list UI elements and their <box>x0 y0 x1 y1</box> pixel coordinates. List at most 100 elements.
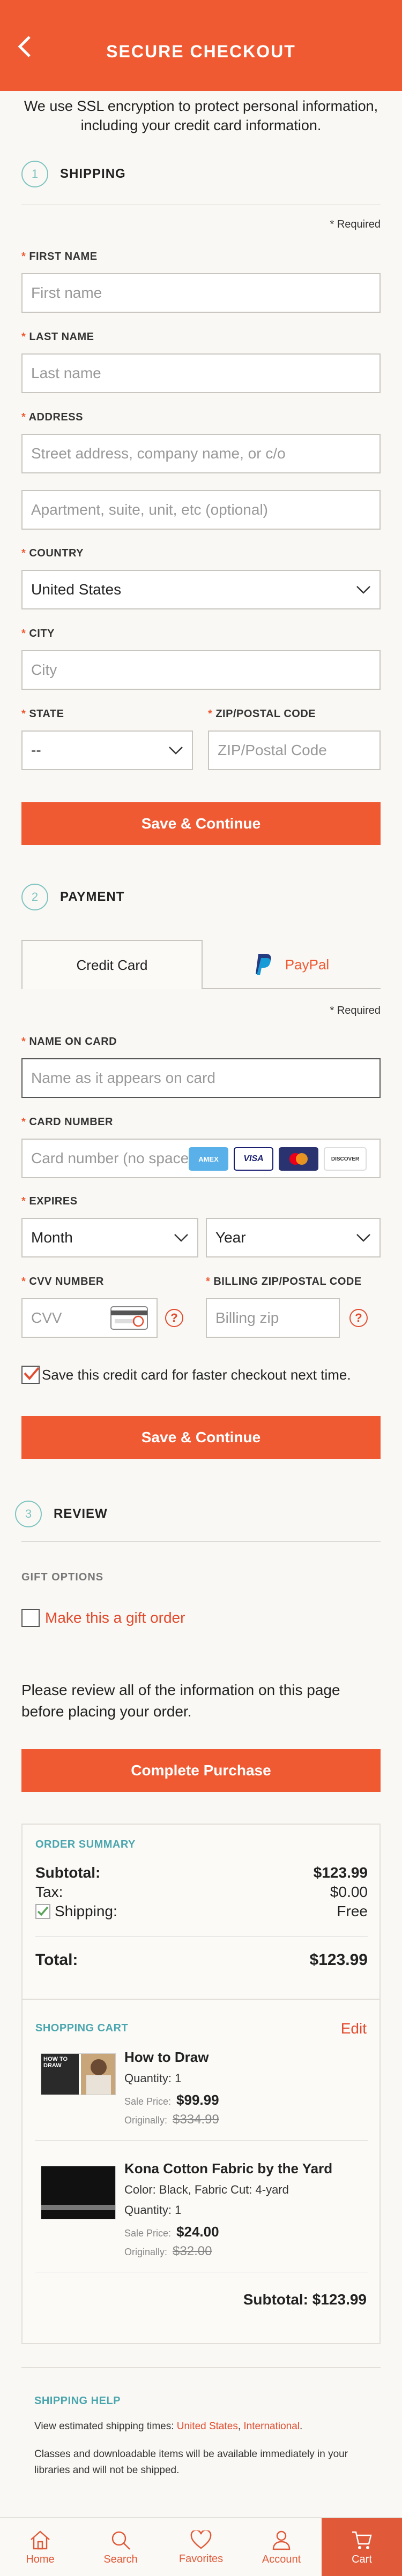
required-note: * Required <box>330 219 381 230</box>
shipping-help-section: SHIPPING HELP View estimated shipping ti… <box>21 2367 381 2506</box>
nav-favorites[interactable]: Favorites <box>161 2518 241 2576</box>
save-card-checkbox[interactable] <box>21 1366 40 1384</box>
nav-account[interactable]: Account <box>241 2518 322 2576</box>
checkbox-checked-icon <box>35 1904 50 1919</box>
city-field[interactable]: City <box>21 650 381 690</box>
address2-field[interactable]: Apartment, suite, unit, etc (optional) <box>21 490 381 530</box>
chevron-down-icon <box>356 586 370 594</box>
nav-label: Search <box>103 2553 138 2565</box>
state-label: * STATE <box>21 708 64 720</box>
shipping-times-line: View estimated shipping times: United St… <box>34 2421 303 2432</box>
placeholder: ZIP/Postal Code <box>218 742 327 758</box>
nav-label: Account <box>262 2553 301 2565</box>
zip-field[interactable]: ZIP/Postal Code <box>208 730 381 770</box>
cart-item-quantity: Quantity: 1 <box>124 2203 182 2217</box>
nav-search[interactable]: Search <box>80 2518 161 2576</box>
expiry-year-select[interactable]: Year <box>206 1218 381 1257</box>
home-icon <box>31 2530 50 2549</box>
save-card-checkbox-row[interactable]: Save this credit card for faster checkou… <box>21 1366 351 1384</box>
cvv-field[interactable]: CVV <box>21 1298 158 1338</box>
cart-item-name[interactable]: Kona Cotton Fabric by the Yard <box>124 2160 332 2177</box>
name-on-card-field[interactable]: Name as it appears on card <box>21 1058 381 1098</box>
placeholder: Apartment, suite, unit, etc (optional) <box>31 501 268 518</box>
order-summary-card: ORDER SUMMARY Subtotal: $123.99 Tax: $0.00… <box>21 1824 381 2000</box>
international-link[interactable]: International <box>243 2421 300 2432</box>
step-number: 2 <box>21 884 48 910</box>
thumbnail-title: HOW TO DRAW <box>43 2056 68 2069</box>
product-thumbnail[interactable] <box>41 2166 116 2219</box>
step-shipping-header: 1 SHIPPING <box>21 161 126 187</box>
ssl-note: We use SSL encryption to protect persona… <box>24 98 378 133</box>
tab-label: PayPal <box>285 956 330 973</box>
product-thumbnail[interactable]: HOW TO DRAW <box>41 2053 116 2095</box>
placeholder: Name as it appears on card <box>31 1069 215 1086</box>
cart-item-original-price: Originally: $334.99 <box>124 2112 219 2127</box>
step-number: 1 <box>21 161 48 187</box>
country-select[interactable]: United States <box>21 570 381 609</box>
tab-label: Credit Card <box>76 956 148 973</box>
gift-checkbox-row[interactable]: Make this a gift order <box>21 1609 185 1627</box>
first-name-field[interactable]: First name <box>21 273 381 313</box>
page-title: SECURE CHECKOUT <box>106 42 296 61</box>
shipping-save-button[interactable]: Save & Continue <box>21 802 381 845</box>
divider <box>35 2140 368 2141</box>
payment-save-button[interactable]: Save & Continue <box>21 1416 381 1459</box>
step-number: 3 <box>15 1501 42 1527</box>
cart-edit-link[interactable]: Edit <box>341 2020 367 2037</box>
cart-item-name[interactable]: How to Draw <box>124 2049 209 2066</box>
user-icon <box>272 2530 291 2550</box>
first-name-label: * FIRST NAME <box>21 251 98 262</box>
state-select[interactable]: -- <box>21 730 193 770</box>
gift-options-label: GIFT OPTIONS <box>21 1571 104 1583</box>
placeholder: City <box>31 661 57 678</box>
nav-home[interactable]: Home <box>0 2518 80 2576</box>
placeholder: Billing zip <box>215 1309 279 1326</box>
cart-item-detail: Color: Black, Fabric Cut: 4-yard <box>124 2183 289 2196</box>
selected-value: United States <box>31 581 122 598</box>
selected-value: Month <box>31 1229 73 1246</box>
billing-zip-help-icon[interactable]: ? <box>349 1309 368 1327</box>
payment-tabs: Credit Card PayPal <box>21 940 381 989</box>
step-label: PAYMENT <box>60 890 125 904</box>
gift-checkbox[interactable] <box>21 1609 40 1627</box>
chevron-down-icon <box>356 1234 370 1242</box>
bottom-nav: Home Search Favorites Account Cart <box>0 2517 402 2576</box>
divider <box>35 1936 368 1937</box>
cart-subtotal: Subtotal: $123.99 <box>243 2291 367 2308</box>
address-field[interactable]: Street address, company name, or c/o <box>21 434 381 473</box>
tax-row: Tax: $0.00 <box>35 1884 368 1900</box>
expiry-month-select[interactable]: Month <box>21 1218 198 1257</box>
selected-value: Year <box>215 1229 246 1246</box>
checkout-header: SECURE CHECKOUT <box>0 0 402 91</box>
tab-paypal[interactable]: PayPal <box>203 940 381 989</box>
checkmark-icon <box>24 1367 40 1381</box>
placeholder: Card number (no spaces) <box>31 1150 192 1166</box>
cvv-label: * CVV NUMBER <box>21 1276 104 1287</box>
shopping-cart-heading: SHOPPING CART <box>35 2022 129 2034</box>
save-card-label: Save this credit card for faster checkou… <box>42 1366 351 1383</box>
step-label: REVIEW <box>54 1507 108 1521</box>
cart-item-sale-price: Sale Price: $24.00 <box>124 2224 219 2240</box>
card-number-label: * CARD NUMBER <box>21 1116 113 1128</box>
chevron-down-icon <box>174 1234 188 1242</box>
united-states-link[interactable]: United States <box>177 2421 238 2432</box>
nav-label: Cart <box>352 2553 372 2565</box>
complete-purchase-button[interactable]: Complete Purchase <box>21 1749 381 1792</box>
paypal-icon <box>255 954 271 975</box>
selected-value: -- <box>31 742 41 758</box>
cart-item-quantity: Quantity: 1 <box>124 2072 182 2085</box>
billing-zip-field[interactable]: Billing zip <box>206 1298 340 1338</box>
cvv-help-icon[interactable]: ? <box>165 1309 183 1327</box>
cvv-card-icon <box>110 1306 148 1330</box>
shopping-cart-card: SHOPPING CART Edit HOW TO DRAW How to Dr… <box>21 1999 381 2344</box>
required-note: * Required <box>330 1005 381 1016</box>
nav-cart[interactable]: Cart <box>322 2518 402 2576</box>
placeholder: Last name <box>31 365 101 381</box>
address-label: * ADDRESS <box>21 411 83 423</box>
subtotal-row: Subtotal: $123.99 <box>35 1864 368 1881</box>
name-on-card-label: * NAME ON CARD <box>21 1036 117 1048</box>
last-name-label: * LAST NAME <box>21 331 94 343</box>
mastercard-icon <box>279 1147 318 1171</box>
last-name-field[interactable]: Last name <box>21 353 381 393</box>
tab-credit-card[interactable]: Credit Card <box>21 940 203 989</box>
